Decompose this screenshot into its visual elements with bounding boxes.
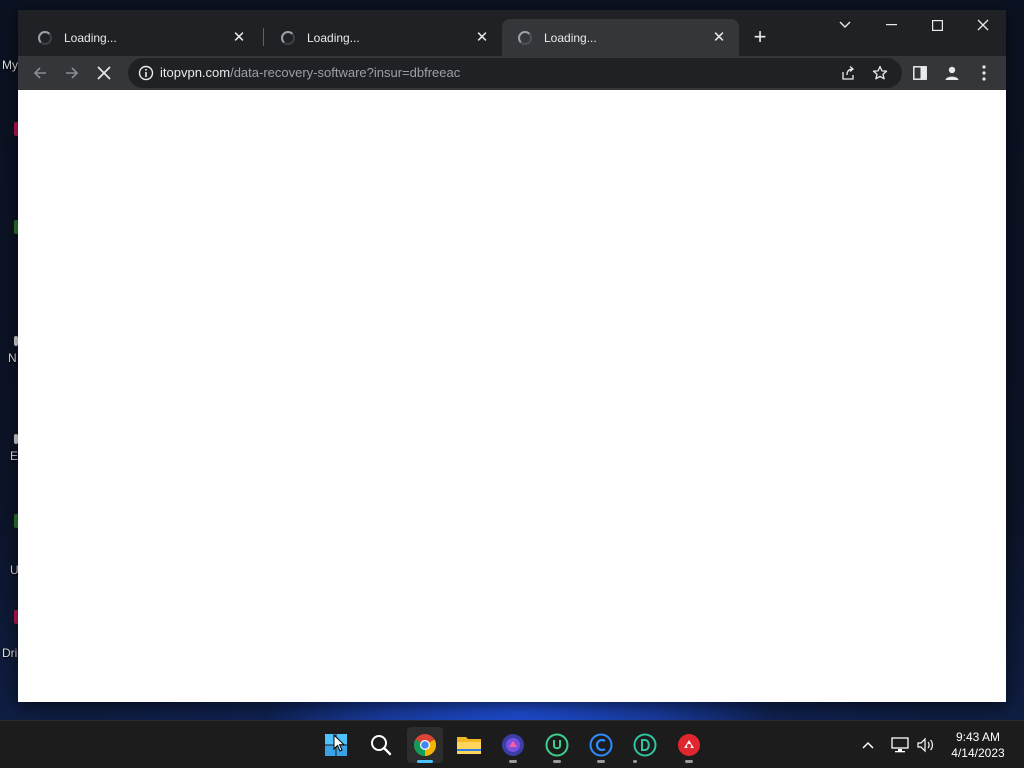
tab-search-button[interactable]: [822, 10, 868, 40]
system-clock[interactable]: 9:43 AM 4/14/2023: [944, 729, 1012, 761]
tab-close-icon[interactable]: ✕: [229, 28, 249, 48]
maximize-icon: [931, 19, 943, 31]
tab-title: Loading...: [544, 30, 597, 45]
clock-date: 4/14/2023: [951, 746, 1005, 760]
desktop-icon-3[interactable]: N: [0, 318, 20, 365]
volume-icon: [917, 737, 933, 753]
running-indicator: [553, 760, 561, 763]
chevron-down-icon: [839, 21, 851, 28]
bookmark-star-icon: [872, 65, 888, 80]
tab-separator: [263, 28, 264, 46]
side-panel-button[interactable]: [905, 58, 935, 88]
tab-close-icon[interactable]: ✕: [709, 28, 729, 48]
desktop-icon-4[interactable]: E: [0, 416, 20, 463]
url-text[interactable]: itopvpn.com/data-recovery-software?insur…: [160, 65, 460, 80]
active-indicator: [417, 760, 433, 763]
search-icon: [371, 735, 392, 756]
app-d-icon: [633, 733, 657, 757]
forward-button[interactable]: [57, 58, 87, 88]
minimize-icon: [885, 24, 897, 26]
minimize-button[interactable]: [868, 10, 914, 40]
address-bar[interactable]: itopvpn.com/data-recovery-software?insur…: [128, 58, 902, 88]
browser-window: Loading... ✕ Loading... ✕ Loading... ✕ +: [18, 10, 1006, 702]
running-indicator: [685, 760, 693, 763]
desktop-icon-5[interactable]: U: [0, 514, 20, 577]
taskbar-app-purple[interactable]: [495, 727, 531, 763]
tab-3-active[interactable]: Loading... ✕: [502, 19, 739, 56]
loading-spinner-icon: [518, 30, 532, 45]
tab-2[interactable]: Loading... ✕: [265, 19, 502, 56]
file-explorer-icon: [457, 737, 481, 754]
stop-loading-button[interactable]: [89, 58, 119, 88]
loading-spinner-icon: [281, 30, 295, 45]
profile-icon: [945, 66, 959, 80]
tab-title: Loading...: [307, 30, 360, 45]
browser-menu-button[interactable]: [969, 58, 999, 88]
app-c-icon: [589, 733, 613, 757]
url-path: /data-recovery-software?insur=dbfreeac: [230, 65, 461, 80]
taskbar-chrome[interactable]: [407, 727, 443, 763]
chevron-up-icon: [862, 741, 874, 749]
mouse-cursor-icon: [333, 734, 345, 752]
taskbar-app-red[interactable]: [671, 727, 707, 763]
app-purple-icon: [502, 734, 524, 756]
desktop-icon-1[interactable]: [0, 122, 20, 162]
maximize-button[interactable]: [914, 10, 960, 40]
desktop-label-my: My: [2, 58, 18, 72]
arrow-right-icon: [66, 67, 79, 79]
new-tab-button[interactable]: +: [746, 23, 774, 51]
close-window-button[interactable]: [960, 10, 1006, 40]
loading-spinner-icon: [38, 30, 52, 45]
taskbar-app-d[interactable]: [627, 727, 663, 763]
running-indicator: [597, 760, 605, 763]
taskbar-app-u[interactable]: [539, 727, 575, 763]
side-panel-icon: [913, 66, 927, 80]
info-icon[interactable]: [138, 65, 154, 81]
desktop-icon-2[interactable]: [0, 220, 20, 260]
profile-button[interactable]: [937, 58, 967, 88]
taskbar-file-explorer[interactable]: [451, 727, 487, 763]
share-button[interactable]: [838, 63, 858, 83]
page-content-area[interactable]: [18, 90, 1006, 702]
show-hidden-icons-button[interactable]: [856, 733, 880, 757]
running-indicator: [633, 760, 637, 763]
network-icon: [891, 737, 909, 753]
arrow-left-icon: [33, 67, 46, 79]
tab-title: Loading...: [64, 30, 117, 45]
tab-close-icon[interactable]: ✕: [472, 28, 492, 48]
back-button[interactable]: [25, 58, 55, 88]
taskbar: 9:43 AM 4/14/2023: [0, 720, 1024, 768]
chrome-icon: [414, 734, 436, 756]
taskbar-app-c[interactable]: [583, 727, 619, 763]
clock-time: 9:43 AM: [955, 730, 1001, 744]
menu-dots-icon: [982, 65, 986, 81]
running-indicator: [509, 760, 517, 763]
browser-toolbar: itopvpn.com/data-recovery-software?insur…: [18, 56, 1006, 90]
volume-button[interactable]: [913, 733, 937, 757]
plus-icon: +: [753, 24, 767, 49]
tab-1[interactable]: Loading... ✕: [22, 19, 259, 56]
desktop-icon-6[interactable]: Dri: [0, 610, 20, 660]
share-icon: [842, 66, 855, 80]
app-u-icon: [545, 733, 569, 757]
tab-strip: Loading... ✕ Loading... ✕ Loading... ✕ +: [18, 10, 1006, 56]
app-red-icon: [678, 734, 700, 756]
bookmark-button[interactable]: [870, 63, 890, 83]
close-icon: [977, 19, 989, 31]
stop-loading-icon: [97, 66, 111, 80]
url-host: itopvpn.com: [160, 65, 231, 80]
search-button[interactable]: [363, 727, 399, 763]
network-button[interactable]: [888, 733, 912, 757]
